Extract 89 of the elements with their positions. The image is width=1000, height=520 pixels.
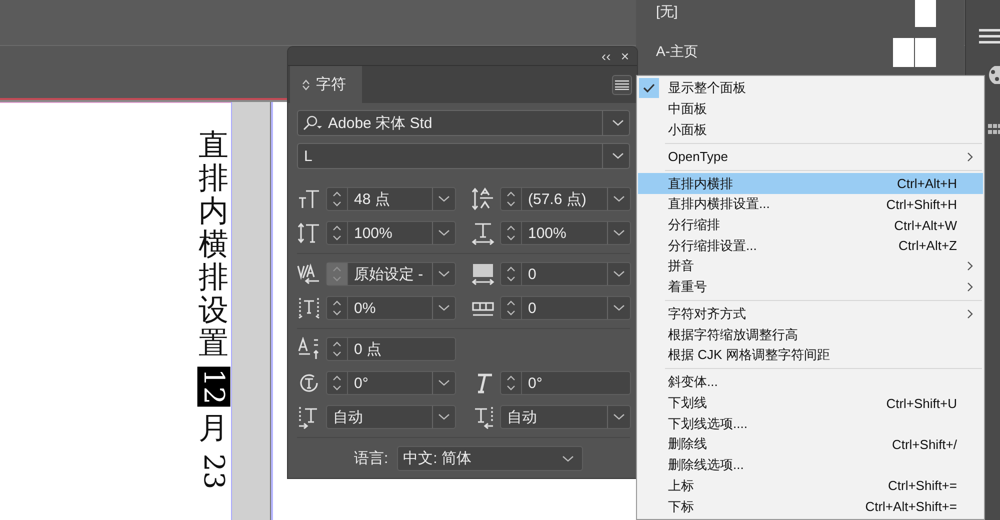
- menu-item[interactable]: 直排内横排 Ctrl+Alt+H: [638, 173, 983, 194]
- vertical-text: 直排内横排设置: [198, 129, 228, 360]
- up-down-icon: [506, 265, 516, 283]
- up-down-icon: [332, 190, 342, 208]
- value-field[interactable]: 自动: [326, 405, 456, 429]
- menu-item[interactable]: 上标 Ctrl+Shift+=: [638, 476, 983, 496]
- menu-icon: [615, 80, 629, 90]
- up-down-icon: [506, 224, 516, 242]
- page-thumbnail[interactable]: [915, 0, 936, 26]
- rotated-number: 12: [197, 366, 230, 406]
- panel-menu-button[interactable]: [612, 75, 632, 95]
- value-field[interactable]: 0°: [500, 371, 631, 395]
- chevron-down-icon: [612, 119, 624, 127]
- menu-item[interactable]: OpenType: [638, 146, 983, 168]
- text-size-icon: [297, 187, 321, 211]
- master-page-label[interactable]: A-主页: [656, 43, 698, 61]
- up-down-icon: [332, 224, 342, 242]
- up-down-icon: [332, 340, 342, 358]
- chevron-down-icon: [438, 379, 450, 387]
- chevron-down-icon: [613, 195, 625, 203]
- menu-item[interactable]: 下划线 Ctrl+Shift+U: [638, 392, 983, 414]
- up-down-icon: [506, 299, 516, 317]
- palette-icon[interactable]: [987, 66, 1000, 84]
- menu-item[interactable]: 根据字符缩放调整行高: [638, 324, 983, 346]
- value-field[interactable]: 100%: [326, 221, 456, 245]
- value-field[interactable]: 自动: [500, 405, 631, 429]
- chevron-down-icon: [438, 195, 450, 203]
- vertical-scale-icon: [297, 221, 321, 245]
- language-dropdown[interactable]: 中文: 简体: [397, 446, 584, 471]
- chevron-down-icon: [438, 270, 450, 278]
- menu-item[interactable]: 显示整个面板: [638, 78, 983, 99]
- checkmark-icon: [643, 83, 655, 94]
- menu-item[interactable]: 删除线 Ctrl+Shift+/: [638, 434, 983, 455]
- up-down-icon: [506, 190, 516, 208]
- panel-header-button[interactable]: ×: [618, 48, 631, 64]
- chevron-down-icon: [613, 270, 625, 278]
- vertical-text: 月: [198, 412, 228, 445]
- value-field[interactable]: 0: [500, 296, 631, 320]
- value-field[interactable]: 0: [500, 262, 631, 286]
- value-field[interactable]: 0%: [326, 296, 456, 320]
- language-label: 语言:: [354, 449, 388, 468]
- menu-item[interactable]: 分行缩排设置... Ctrl+Alt+Z: [638, 235, 983, 256]
- chevron-down-icon: [612, 152, 624, 160]
- font-style-field[interactable]: L: [297, 143, 630, 169]
- menu-item[interactable]: 着重号: [638, 276, 983, 298]
- line-spacing-icon: [471, 187, 495, 211]
- chevron-down-icon: [613, 304, 625, 312]
- menu-item[interactable]: 斜变体...: [638, 372, 983, 393]
- value-field[interactable]: 48 点: [326, 187, 456, 211]
- value-field[interactable]: 100%: [500, 221, 631, 245]
- up-down-icon: [332, 374, 342, 392]
- panel-tab[interactable]: 字符: [290, 66, 362, 103]
- grid-icon[interactable]: [988, 122, 1000, 136]
- font-family-field[interactable]: Adobe 宋体 Std: [297, 110, 630, 136]
- menu-item[interactable]: 根据 CJK 网格调整字符间距: [638, 345, 983, 366]
- chevron-down-icon: [613, 229, 625, 237]
- up-down-icon: [332, 299, 342, 317]
- chevron-down-icon: [438, 304, 450, 312]
- menu-item[interactable]: 小面板: [638, 119, 983, 140]
- menu-item[interactable]: 中面板: [638, 98, 983, 120]
- menu-item[interactable]: 直排内横排设置... Ctrl+Shift+H: [638, 194, 983, 215]
- menu-item[interactable]: 拼音: [638, 256, 983, 277]
- rotated-number: 23: [197, 452, 230, 491]
- menu-item[interactable]: 下划线选项....: [638, 413, 983, 434]
- chevron-down-icon: [613, 413, 625, 421]
- kerning-icon: [297, 262, 321, 286]
- menu-item[interactable]: 字符对齐方式: [638, 304, 983, 324]
- bracketed-t-icon: [297, 296, 321, 320]
- value-field[interactable]: (57.6 点): [500, 187, 631, 211]
- up-down-icon: [302, 78, 310, 90]
- up-down-icon: [506, 374, 516, 392]
- rotate-icon: [297, 371, 321, 395]
- menu-item[interactable]: 分行缩排 Ctrl+Alt+W: [638, 214, 983, 236]
- up-down-icon: [332, 265, 342, 283]
- chevron-down-icon: [438, 413, 450, 421]
- master-page-label[interactable]: [无]: [656, 3, 678, 21]
- value-field[interactable]: 0 点: [326, 337, 456, 361]
- chevron-down-icon: [438, 229, 450, 237]
- menu-item[interactable]: 下标 Ctrl+Alt+Shift+=: [638, 496, 983, 517]
- panel-header-button[interactable]: ‹‹: [599, 48, 613, 64]
- spread-thumbnail[interactable]: [893, 38, 936, 66]
- chevron-down-icon: [562, 454, 574, 462]
- tracking-icon: [471, 262, 495, 286]
- horizontal-scale-icon: [471, 221, 495, 245]
- search-icon: [302, 115, 324, 131]
- baseline-shift-icon: [297, 337, 321, 361]
- menu-item[interactable]: 删除线选项...: [638, 454, 983, 476]
- value-field[interactable]: 0°: [326, 371, 456, 395]
- menu-icon[interactable]: [979, 28, 1000, 44]
